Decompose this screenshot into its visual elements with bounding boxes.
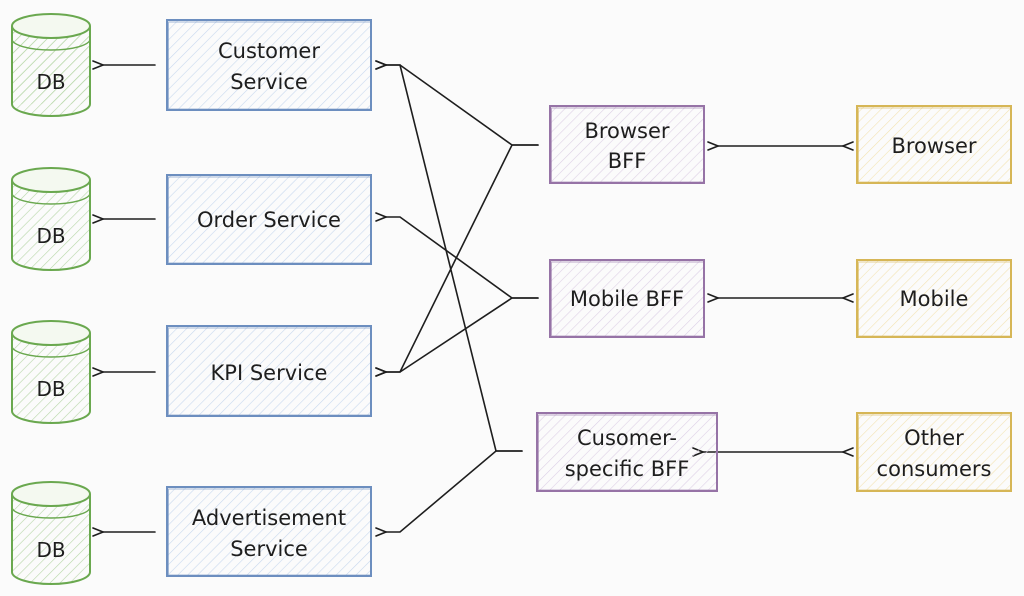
edge-mobile_bff-to-order <box>386 217 539 299</box>
node-other-consumers[interactable]: Other consumers <box>856 412 1012 492</box>
node-label: Browser <box>891 134 976 158</box>
database-label: DB <box>36 538 65 562</box>
node-label: Browser <box>584 119 669 143</box>
edge-browser_bff-to-customer <box>386 65 539 146</box>
database-db3[interactable]: DB <box>11 320 91 424</box>
node-advertisement-service[interactable]: Advertisement Service <box>166 486 372 577</box>
database-db2[interactable]: DB <box>11 167 91 271</box>
edge-customer_bff-to-customer <box>386 65 523 452</box>
node-customer-service[interactable]: Customer Service <box>166 19 372 111</box>
database-db1[interactable]: DB <box>11 13 91 117</box>
node-customer-specific-bff[interactable]: Cusomer- specific BFF <box>536 412 718 492</box>
database-label: DB <box>36 70 65 94</box>
node-label: Other <box>904 426 964 450</box>
database-db4[interactable]: DB <box>11 481 91 585</box>
node-label: Customer <box>218 39 320 63</box>
database-label: DB <box>36 377 65 401</box>
node-label: Order Service <box>197 208 341 232</box>
node-label: specific BFF <box>565 457 690 481</box>
node-label: Mobile <box>900 287 969 311</box>
node-label: BFF <box>608 149 647 173</box>
edge-browser_bff-to-kpi <box>386 144 539 372</box>
node-mobile-consumer[interactable]: Mobile <box>856 259 1012 338</box>
architecture-diagram: DB DB DB DB Customer Service Order Servi… <box>11 13 1012 585</box>
edge-customer_bff-to-advertisement <box>386 450 523 532</box>
node-label: consumers <box>877 457 992 481</box>
node-browser-consumer[interactable]: Browser <box>856 105 1012 184</box>
node-label: Service <box>230 70 308 94</box>
node-mobile-bff[interactable]: Mobile BFF <box>549 259 705 338</box>
node-label: Advertisement <box>192 506 346 530</box>
node-kpi-service[interactable]: KPI Service <box>166 325 372 417</box>
node-browser-bff[interactable]: Browser BFF <box>549 105 705 184</box>
node-label: KPI Service <box>211 361 328 385</box>
database-label: DB <box>36 224 65 248</box>
edge-mobile_bff-to-kpi <box>386 297 539 372</box>
node-label: Cusomer- <box>577 426 677 450</box>
node-order-service[interactable]: Order Service <box>166 174 372 265</box>
node-label: Service <box>230 537 308 561</box>
edges-layer <box>103 65 843 532</box>
node-label: Mobile BFF <box>570 287 684 311</box>
